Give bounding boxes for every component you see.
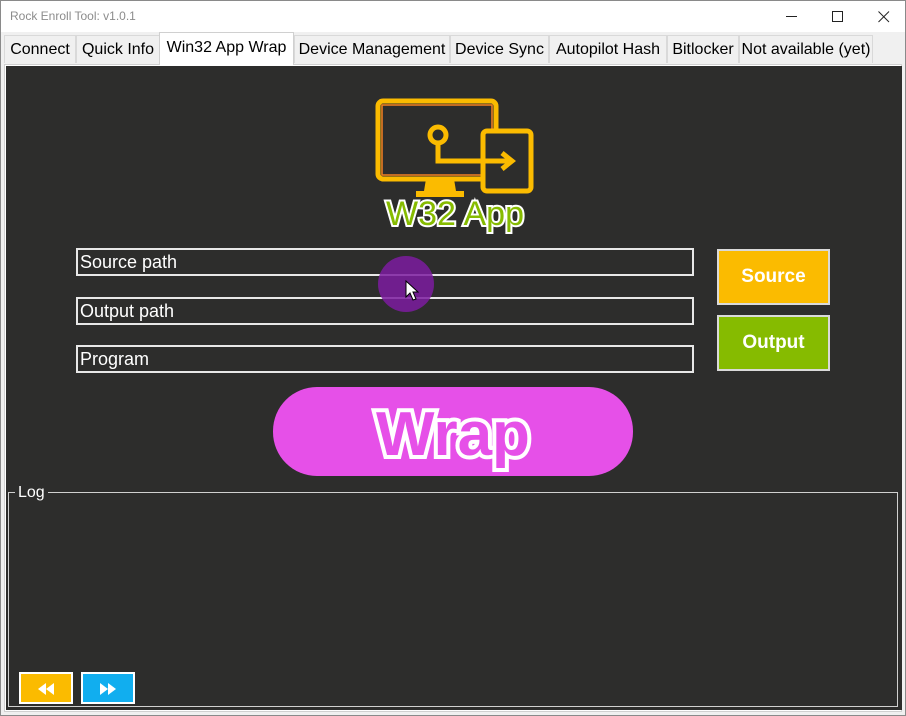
output-button[interactable]: Output <box>717 315 830 371</box>
log-group <box>8 492 898 707</box>
tab-strip: Connect Quick Info Win32 App Wrap Device… <box>4 32 902 65</box>
maximize-icon <box>832 11 843 22</box>
log-label: Log <box>15 484 48 502</box>
minimize-button[interactable] <box>769 1 815 32</box>
minimize-icon <box>786 16 797 17</box>
tab-not-available[interactable]: Not available (yet) <box>739 35 873 63</box>
wrap-label-graphic: Wrap <box>372 396 534 473</box>
fast-forward-icon <box>100 683 116 695</box>
tab-bitlocker[interactable]: Bitlocker <box>667 35 739 63</box>
maximize-button[interactable] <box>815 1 861 32</box>
monitor-arrow-icon: W32 App <box>375 98 534 235</box>
next-button[interactable] <box>81 672 135 704</box>
tab-autopilot-hash[interactable]: Autopilot Hash <box>549 35 667 63</box>
rewind-icon <box>38 683 54 695</box>
close-button[interactable] <box>861 1 905 32</box>
mouse-pointer-icon <box>405 280 419 301</box>
tab-quick-info[interactable]: Quick Info <box>76 35 160 63</box>
close-icon <box>878 11 890 23</box>
wrap-button[interactable]: Wrap <box>273 387 633 476</box>
tab-device-sync[interactable]: Device Sync <box>450 35 549 63</box>
title-bar: Rock Enroll Tool: v1.0.1 <box>1 1 905 32</box>
logo-text: W32 App <box>386 195 524 233</box>
window-title: Rock Enroll Tool: v1.0.1 <box>10 9 136 23</box>
wrap-label: Wrap <box>376 400 530 469</box>
tab-device-management[interactable]: Device Management <box>294 35 450 63</box>
tab-connect[interactable]: Connect <box>4 35 76 63</box>
source-button[interactable]: Source <box>717 249 830 305</box>
w32-app-logo: W32 App <box>368 95 543 235</box>
previous-button[interactable] <box>19 672 73 704</box>
tab-win32-app-wrap[interactable]: Win32 App Wrap <box>159 32 294 65</box>
program-input[interactable] <box>76 345 694 373</box>
